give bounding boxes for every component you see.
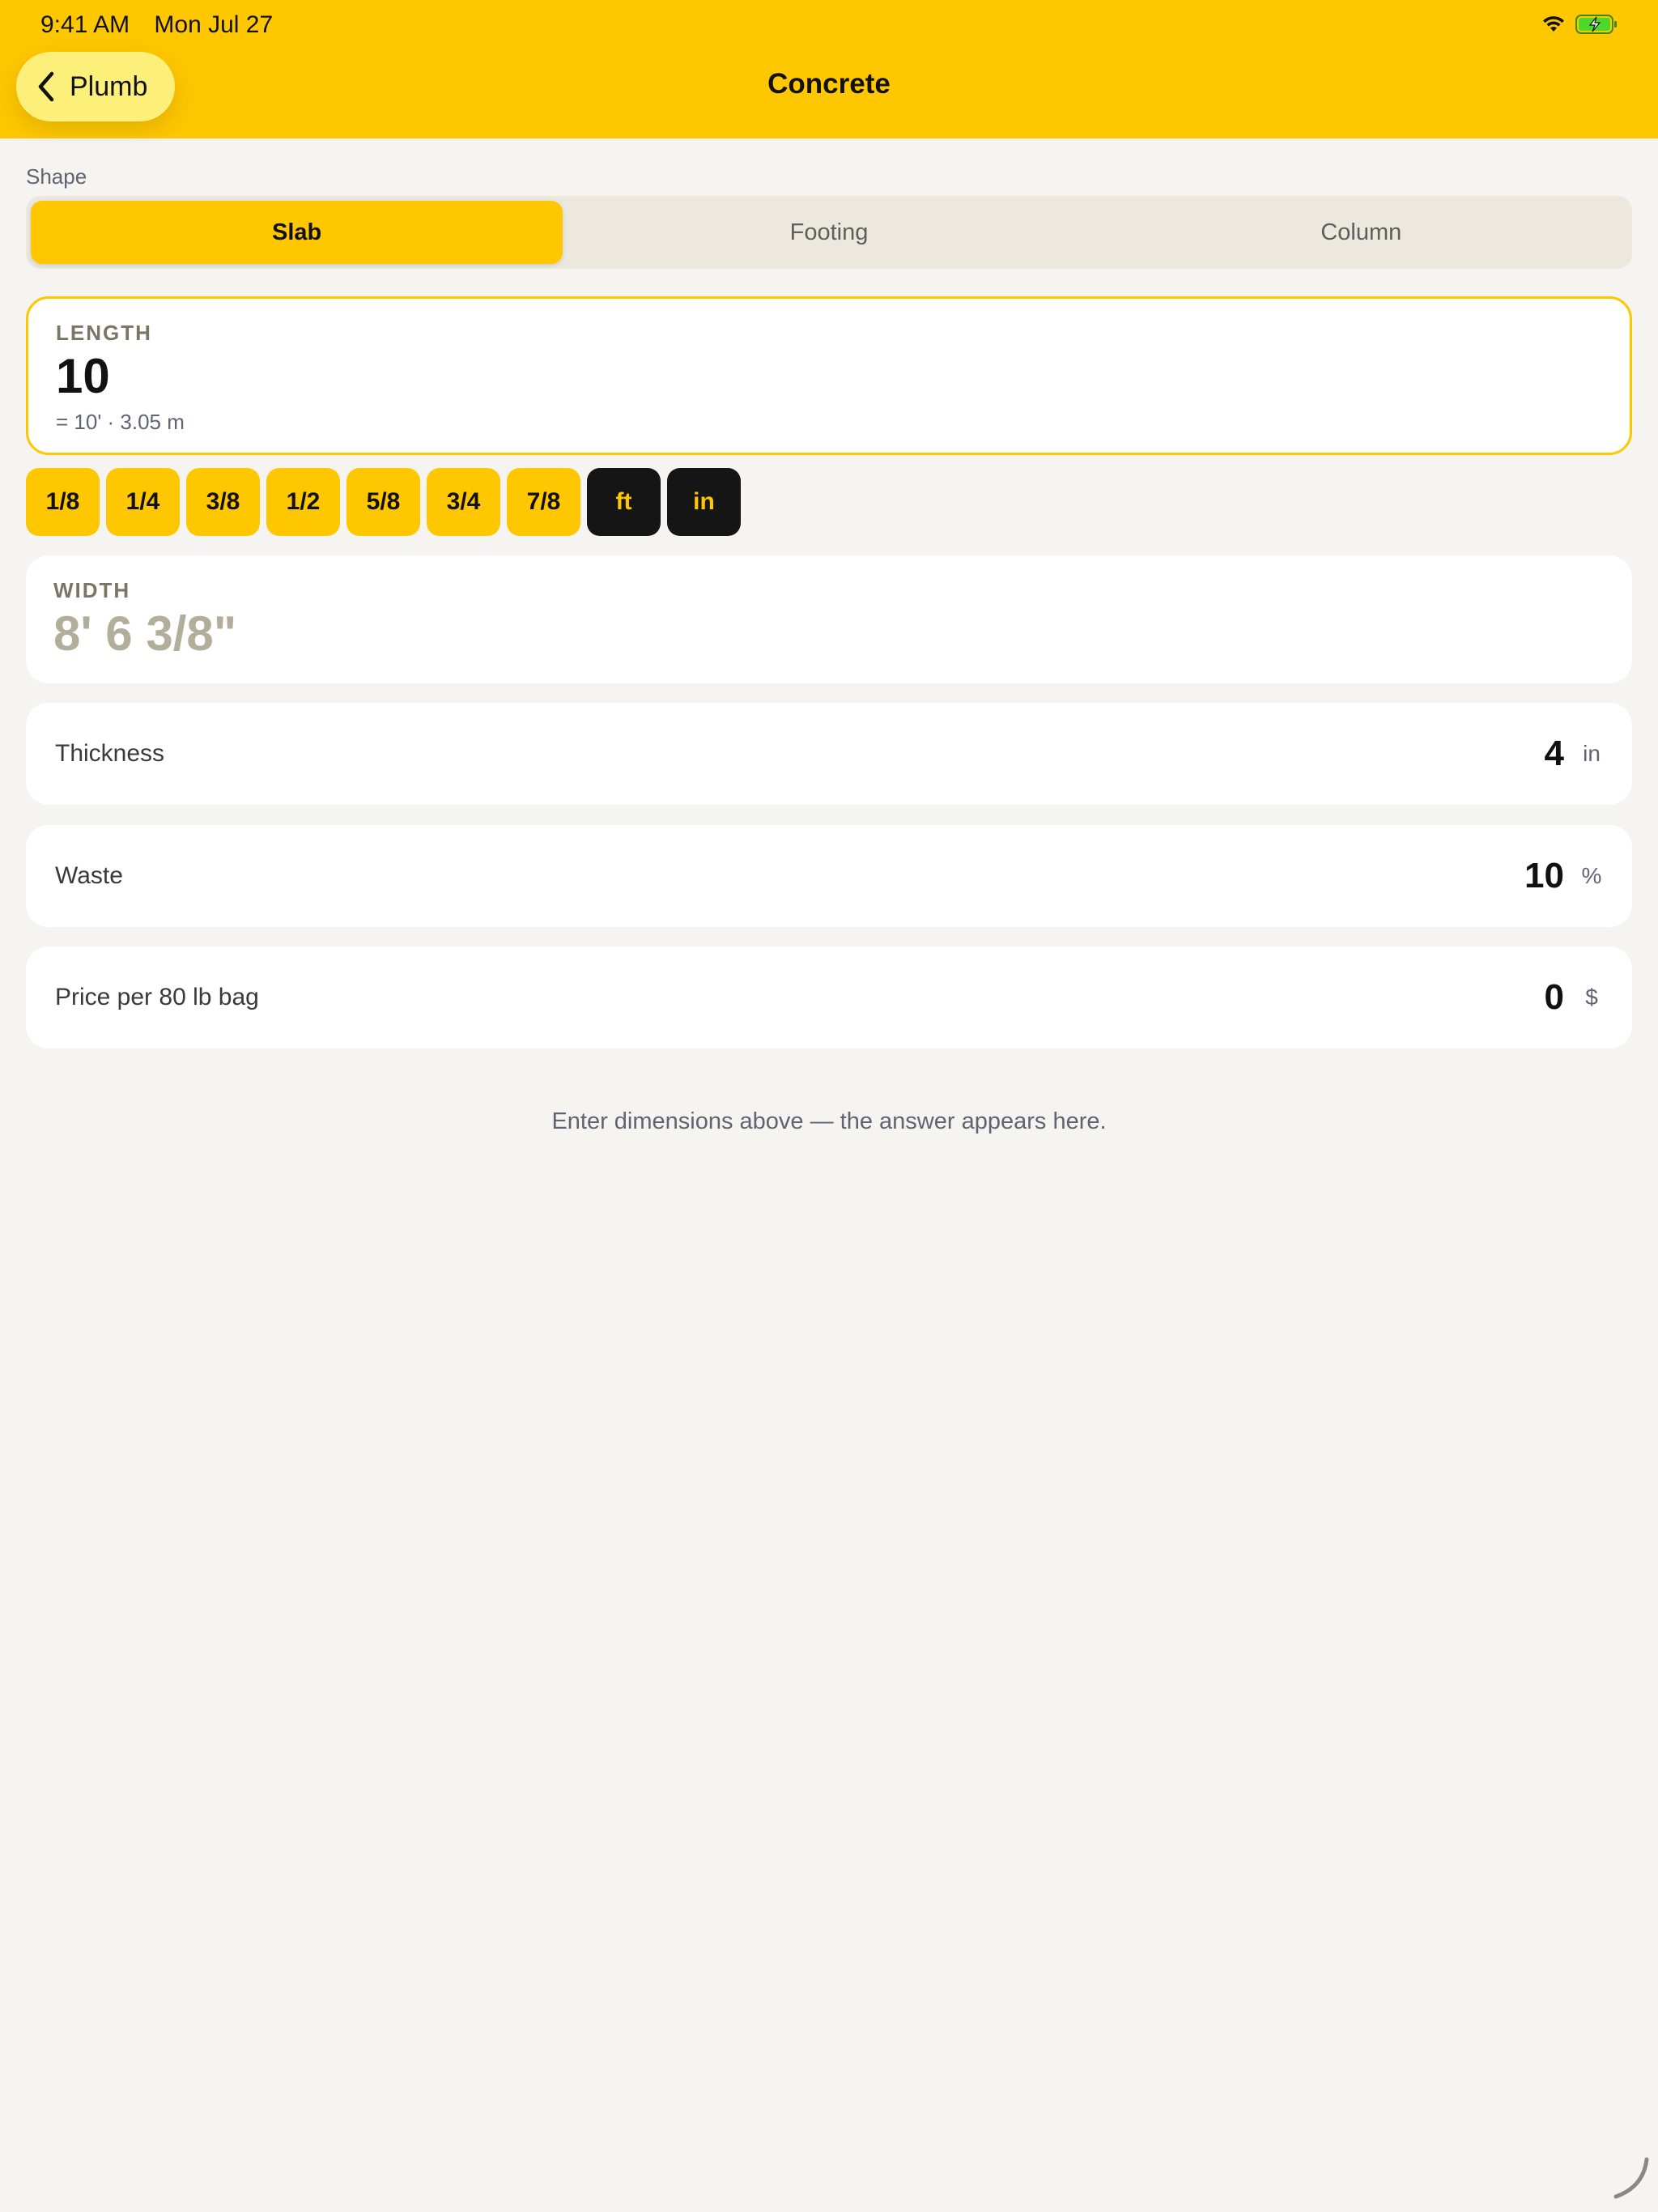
chip-1-4[interactable]: 1/4	[106, 468, 180, 536]
length-conversion: = 10' · 3.05 m	[56, 410, 185, 434]
price-unit: $	[1585, 985, 1598, 1010]
thickness-value[interactable]: 4	[1545, 734, 1564, 774]
shape-segmented-control: Slab Footing Column	[26, 196, 1632, 269]
chip-in[interactable]: in	[667, 468, 741, 536]
page-title: Concrete	[767, 68, 891, 100]
result-hint: Enter dimensions above — the answer appe…	[551, 1108, 1107, 1134]
width-placeholder[interactable]: 8' 6 3/8"	[53, 606, 236, 661]
segment-slab[interactable]: Slab	[31, 201, 563, 264]
width-field[interactable]: WIDTH 8' 6 3/8"	[26, 555, 1632, 683]
waste-value[interactable]: 10	[1524, 856, 1564, 896]
price-label: Price per 80 lb bag	[55, 984, 259, 1010]
status-time: 9:41 AM	[40, 11, 130, 38]
chip-5-8[interactable]: 5/8	[346, 468, 420, 536]
thickness-unit: in	[1583, 741, 1601, 766]
home-indicator-arc	[1605, 2155, 1653, 2207]
shape-label: Shape	[26, 164, 87, 189]
width-label: WIDTH	[53, 578, 131, 602]
price-value[interactable]: 0	[1545, 977, 1564, 1018]
thickness-row[interactable]: Thickness 4 in	[26, 703, 1632, 805]
status-date: Mon Jul 27	[154, 11, 274, 38]
waste-label: Waste	[55, 862, 123, 889]
status-bar-right	[1541, 15, 1618, 34]
segment-column[interactable]: Column	[1095, 201, 1627, 264]
status-bar-left: 9:41 AM Mon Jul 27	[40, 11, 291, 39]
fraction-chips: 1/8 1/4 3/8 1/2 5/8 3/4 7/8 ft in	[26, 468, 741, 536]
length-field[interactable]: LENGTH 10 = 10' · 3.05 m	[26, 296, 1632, 455]
thickness-label: Thickness	[55, 740, 165, 767]
chip-ft[interactable]: ft	[587, 468, 661, 536]
nav-bar: 9:41 AM Mon Jul 27 Plumb Concrete	[0, 0, 1658, 138]
chip-7-8[interactable]: 7/8	[507, 468, 580, 536]
length-value[interactable]: 10	[56, 348, 110, 404]
waste-row[interactable]: Waste 10 %	[26, 825, 1632, 927]
length-label: LENGTH	[56, 321, 152, 345]
chip-3-8[interactable]: 3/8	[186, 468, 260, 536]
segment-footing[interactable]: Footing	[563, 201, 1095, 264]
chip-3-4[interactable]: 3/4	[427, 468, 500, 536]
battery-charging-icon	[1575, 15, 1618, 34]
wifi-icon	[1541, 15, 1566, 33]
waste-unit: %	[1581, 863, 1602, 888]
price-row[interactable]: Price per 80 lb bag 0 $	[26, 946, 1632, 1049]
chip-1-8[interactable]: 1/8	[26, 468, 100, 536]
chip-1-2[interactable]: 1/2	[266, 468, 340, 536]
